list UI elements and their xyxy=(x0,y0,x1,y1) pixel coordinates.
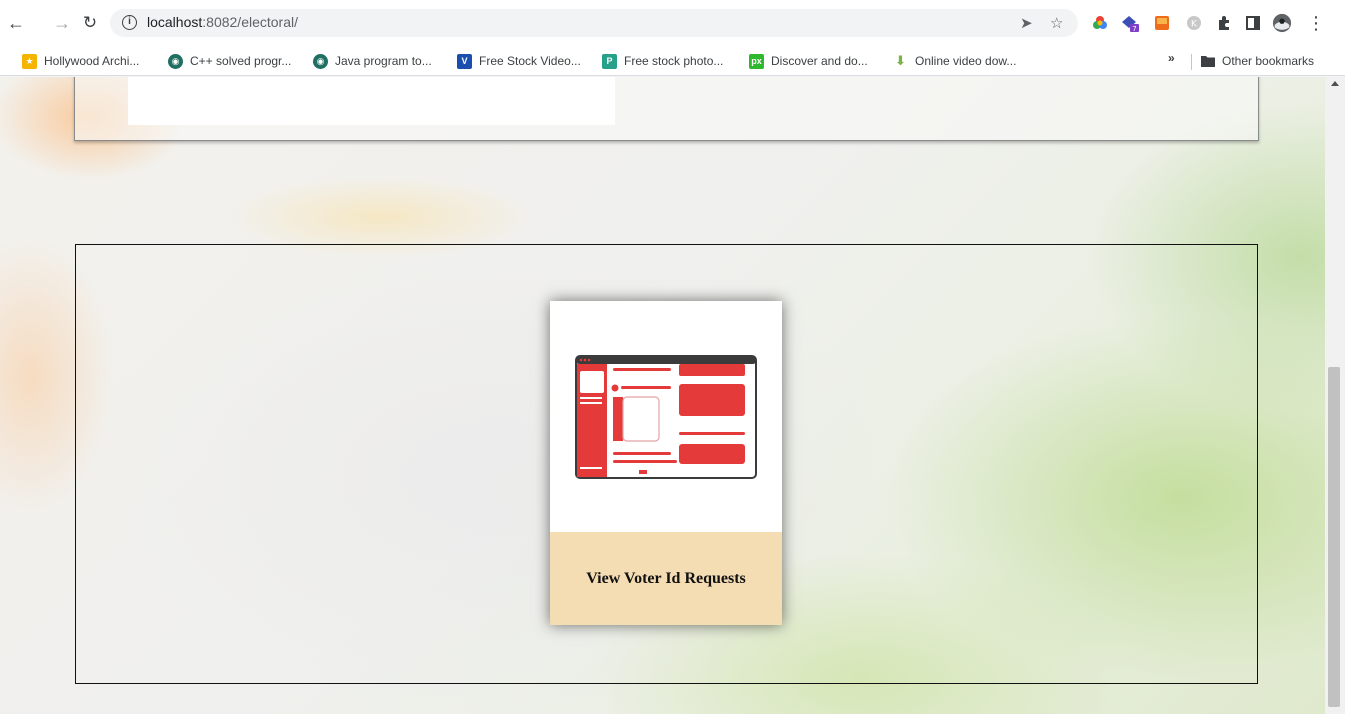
scroll-up-arrow-icon[interactable] xyxy=(1331,81,1339,86)
reload-icon[interactable]: ↻ xyxy=(80,13,100,33)
top-panel-white-area xyxy=(128,77,615,125)
svg-text:7: 7 xyxy=(1132,25,1136,33)
view-voter-id-requests-card[interactable]: View Voter Id Requests xyxy=(550,301,782,625)
bookmarks-divider xyxy=(1191,54,1192,70)
dashboard-card-container: View Voter Id Requests xyxy=(75,244,1258,684)
bookmark-item[interactable]: P Free stock photo... xyxy=(602,52,723,70)
address-bar[interactable]: i localhost:8082/electoral/ ➤ ☆ xyxy=(110,9,1078,37)
bookmark-label: Java program to... xyxy=(335,54,432,68)
pexels-photo-favicon-icon: P xyxy=(602,53,617,69)
bookmark-label: Online video dow... xyxy=(915,54,1017,68)
bookmark-item[interactable]: ◉ C++ solved progr... xyxy=(168,52,291,70)
bookmark-star-icon[interactable]: ☆ xyxy=(1050,14,1063,32)
bookmark-item[interactable]: px Discover and do... xyxy=(749,52,868,70)
folder-icon xyxy=(1200,54,1215,69)
bookmark-item[interactable]: V Free Stock Video... xyxy=(457,52,581,70)
hollywood-favicon-icon: ★ xyxy=(22,53,37,69)
back-arrow-icon[interactable]: ← xyxy=(6,13,26,33)
page-viewport: View Voter Id Requests xyxy=(0,77,1325,714)
url-host: localhost xyxy=(147,14,203,30)
grey-extension-icon[interactable]: K xyxy=(1184,13,1204,33)
pixabay-favicon-icon: px xyxy=(749,53,764,69)
top-content-panel xyxy=(74,77,1259,141)
bookmark-label: Free stock photo... xyxy=(624,54,724,68)
bookmarks-bar: ★ Hollywood Archi... ◉ C++ solved progr.… xyxy=(0,46,1345,76)
dashboard-window-illustration-icon xyxy=(575,355,757,479)
bookmark-label: Free Stock Video... xyxy=(479,54,581,68)
orange-extension-icon[interactable] xyxy=(1152,13,1172,33)
extension-badge-icon[interactable]: 7 xyxy=(1120,13,1140,33)
scrollbar-thumb[interactable] xyxy=(1328,367,1340,707)
other-bookmarks-folder[interactable]: Other bookmarks xyxy=(1200,52,1314,70)
extensions-puzzle-icon[interactable] xyxy=(1214,13,1234,33)
browser-toolbar: ← → ↻ i localhost:8082/electoral/ ➤ ☆ 7 … xyxy=(0,0,1345,46)
bookmark-item[interactable]: ★ Hollywood Archi... xyxy=(22,52,139,70)
cpp-favicon-icon: ◉ xyxy=(168,53,183,69)
url-text[interactable]: localhost:8082/electoral/ xyxy=(147,14,298,30)
bookmark-label: Discover and do... xyxy=(771,54,868,68)
profile-avatar-icon[interactable] xyxy=(1272,13,1292,33)
bookmark-item[interactable]: ◉ Java program to... xyxy=(313,52,432,70)
download-favicon-icon: ⬇ xyxy=(893,53,908,69)
card-footer[interactable]: View Voter Id Requests xyxy=(550,532,782,625)
menu-kebab-icon[interactable]: ⋮ xyxy=(1306,13,1326,33)
send-to-devices-icon[interactable]: ➤ xyxy=(1020,14,1033,32)
bookmark-label: C++ solved progr... xyxy=(190,54,292,68)
bookmark-item[interactable]: ⬇ Online video dow... xyxy=(893,52,1016,70)
other-bookmarks-label: Other bookmarks xyxy=(1222,54,1315,68)
url-path: :8082/electoral/ xyxy=(202,14,298,30)
bookmark-label: Hollywood Archi... xyxy=(44,54,140,68)
vertical-scrollbar[interactable] xyxy=(1325,77,1345,714)
color-extension-icon[interactable] xyxy=(1090,13,1110,33)
more-bookmarks-chevron[interactable]: » xyxy=(1168,51,1175,65)
forward-arrow-icon[interactable]: → xyxy=(52,13,72,33)
card-title[interactable]: View Voter Id Requests xyxy=(586,570,746,588)
videvo-favicon-icon: V xyxy=(457,53,472,69)
side-panel-icon[interactable] xyxy=(1243,13,1263,33)
site-info-icon[interactable]: i xyxy=(122,15,137,30)
java-favicon-icon: ◉ xyxy=(313,53,328,69)
